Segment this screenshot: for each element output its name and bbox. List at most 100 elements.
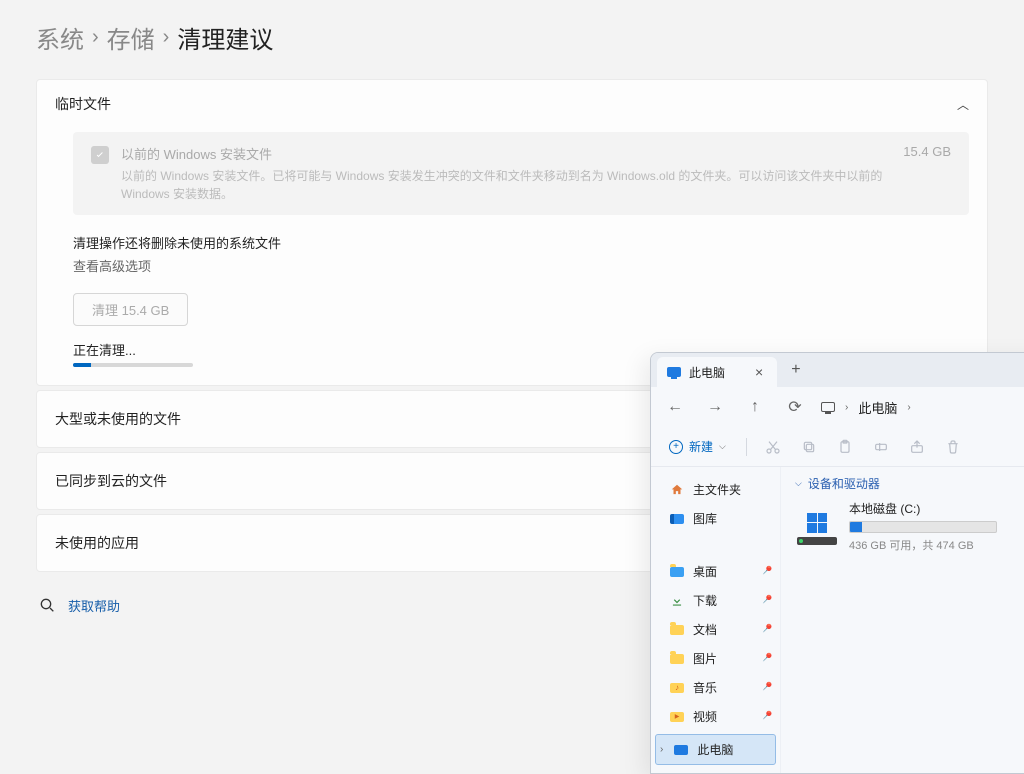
pin-icon: 📍 (757, 650, 774, 667)
copy-button (793, 433, 825, 461)
devices-group-header[interactable]: ⌵ 设备和驱动器 (795, 475, 1024, 492)
breadcrumb-cleanup: 清理建议 (177, 20, 273, 55)
new-label: 新建 (689, 438, 713, 455)
close-tab-icon[interactable]: × (755, 365, 763, 379)
share-button (901, 433, 933, 461)
pin-icon: 📍 (757, 679, 774, 696)
nav-pictures[interactable]: 图片 📍 (651, 644, 780, 673)
nav-label: 此电脑 (697, 741, 733, 758)
address-text: 此电脑 (858, 398, 897, 417)
address-bar: ← → ↑ ⟳ › 此电脑 › (651, 387, 1024, 427)
pictures-icon (669, 652, 685, 666)
cut-button (757, 433, 789, 461)
large-files-label: 大型或未使用的文件 (55, 409, 181, 429)
pc-icon (821, 402, 835, 412)
breadcrumb-system[interactable]: 系统 (36, 20, 84, 55)
nav-music[interactable]: 音乐 📍 (651, 673, 780, 702)
drive-name: 本地磁盘 (C:) (849, 500, 1024, 517)
nav-home[interactable]: 主文件夹 (651, 475, 780, 504)
chevron-right-icon: › (845, 402, 848, 413)
previous-windows-item: 以前的 Windows 安装文件 以前的 Windows 安装文件。已将可能与 … (73, 132, 969, 215)
new-tab-button[interactable]: + (791, 361, 800, 379)
item-description: 以前的 Windows 安装文件。已将可能与 Windows 安装发生冲突的文件… (121, 167, 891, 203)
cloud-synced-label: 已同步到云的文件 (55, 471, 167, 491)
explorer-window: 此电脑 × + ← → ↑ ⟳ › 此电脑 › + 新建 ⌵ 排 (650, 352, 1024, 774)
item-text: 以前的 Windows 安装文件 以前的 Windows 安装文件。已将可能与 … (121, 144, 891, 203)
desktop-icon (669, 565, 685, 579)
rename-button (865, 433, 897, 461)
home-icon (669, 483, 685, 497)
toolbar: + 新建 ⌵ 排 (651, 427, 1024, 467)
drive-info: 本地磁盘 (C:) 436 GB 可用，共 474 GB (849, 500, 1024, 553)
pc-icon (673, 743, 689, 757)
chevron-right-icon: › (163, 26, 170, 49)
breadcrumb-storage[interactable]: 存储 (107, 20, 155, 55)
group-label: 设备和驱动器 (808, 475, 880, 492)
separator (746, 438, 747, 456)
tab-label: 此电脑 (689, 364, 725, 381)
nav-gallery[interactable]: 图库 (651, 504, 780, 533)
nav-label: 文档 (693, 621, 717, 638)
refresh-button[interactable]: ⟳ (781, 393, 809, 421)
explorer-body: 主文件夹 图库 桌面 📍 下载 📍 文档 📍 (651, 467, 1024, 773)
tab-bar: 此电脑 × + (651, 353, 1024, 387)
videos-icon (669, 710, 685, 724)
get-help-link[interactable]: 获取帮助 (68, 596, 120, 615)
item-size: 15.4 GB (903, 144, 951, 159)
nav-label: 图片 (693, 650, 717, 667)
nav-documents[interactable]: 文档 📍 (651, 615, 780, 644)
nav-label: 主文件夹 (693, 481, 741, 498)
advanced-options-link[interactable]: 查看高级选项 (73, 256, 969, 275)
pin-icon: 📍 (757, 563, 774, 580)
unused-apps-label: 未使用的应用 (55, 533, 139, 553)
breadcrumb: 系统 › 存储 › 清理建议 (36, 20, 988, 55)
nav-label: 下载 (693, 592, 717, 609)
plus-icon: + (669, 440, 683, 454)
documents-icon (669, 623, 685, 637)
temp-files-panel: 临时文件 ︿ 以前的 Windows 安装文件 以前的 Windows 安装文件… (36, 79, 988, 386)
paste-button (829, 433, 861, 461)
cleanup-note: 清理操作还将删除未使用的系统文件 查看高级选项 (73, 233, 969, 275)
music-icon (669, 681, 685, 695)
address-segment[interactable]: › 此电脑 › (821, 398, 911, 417)
pin-icon: 📍 (757, 592, 774, 609)
chevron-right-icon: › (660, 744, 663, 755)
nav-videos[interactable]: 视频 📍 (651, 702, 780, 731)
drive-free-text: 436 GB 可用，共 474 GB (849, 537, 1024, 553)
drive-capacity-bar (849, 521, 997, 533)
pin-icon: 📍 (757, 621, 774, 638)
checkbox-checked-disabled (91, 146, 109, 164)
item-title: 以前的 Windows 安装文件 (121, 144, 891, 163)
progress-bar (73, 363, 193, 367)
content-pane: ⌵ 设备和驱动器 本地磁盘 (C:) 436 GB 可用，共 474 GB (781, 467, 1024, 773)
chevron-down-icon: ⌵ (795, 478, 802, 489)
delete-button (937, 433, 969, 461)
help-icon (40, 598, 56, 614)
nav-pane: 主文件夹 图库 桌面 📍 下载 📍 文档 📍 (651, 467, 781, 773)
temp-files-body: 以前的 Windows 安装文件 以前的 Windows 安装文件。已将可能与 … (37, 128, 987, 385)
chevron-right-icon: › (907, 402, 910, 413)
new-button[interactable]: + 新建 ⌵ (659, 434, 736, 459)
chevron-up-icon: ︿ (957, 96, 969, 113)
back-button[interactable]: ← (661, 393, 689, 421)
cleanup-button: 清理 15.4 GB (73, 293, 188, 326)
temp-files-header[interactable]: 临时文件 ︿ (37, 80, 987, 128)
gallery-icon (669, 512, 685, 526)
temp-files-title: 临时文件 (55, 94, 111, 114)
pc-icon (667, 367, 681, 377)
tab-this-pc[interactable]: 此电脑 × (657, 357, 777, 387)
chevron-down-icon: ⌵ (719, 441, 726, 452)
drive-icon (795, 509, 839, 545)
nav-label: 音乐 (693, 679, 717, 696)
nav-label: 桌面 (693, 563, 717, 580)
nav-label: 视频 (693, 708, 717, 725)
download-icon (669, 594, 685, 608)
up-button[interactable]: ↑ (741, 393, 769, 421)
drive-c[interactable]: 本地磁盘 (C:) 436 GB 可用，共 474 GB (795, 500, 1024, 553)
nav-downloads[interactable]: 下载 📍 (651, 586, 780, 615)
nav-this-pc[interactable]: › 此电脑 (655, 734, 776, 765)
forward-button[interactable]: → (701, 393, 729, 421)
note-title: 清理操作还将删除未使用的系统文件 (73, 233, 969, 252)
pin-icon: 📍 (757, 708, 774, 725)
nav-desktop[interactable]: 桌面 📍 (651, 557, 780, 586)
